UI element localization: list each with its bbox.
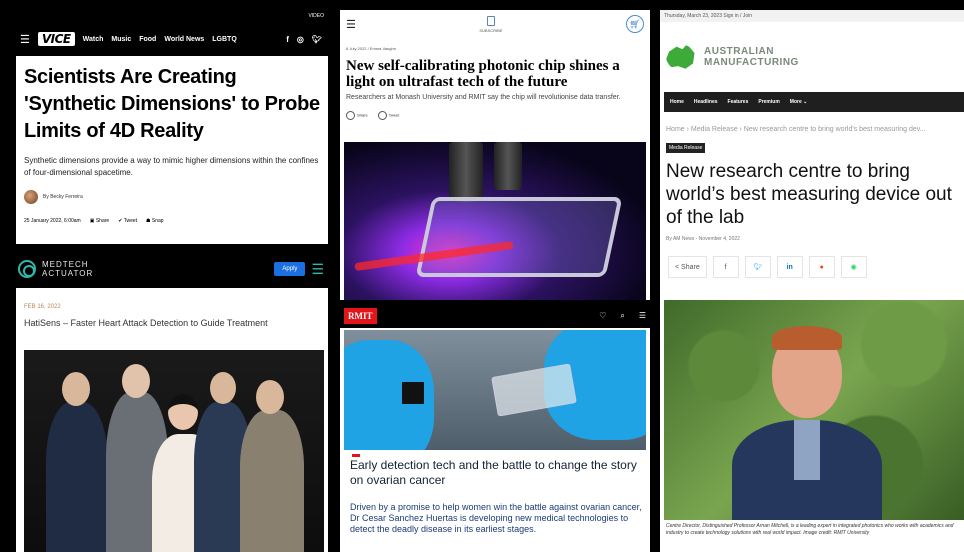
menu-icon[interactable]: ☰ — [639, 311, 646, 321]
tweet-button[interactable]: Tweet — [377, 111, 399, 120]
ausman-article-panel: Thursday, March 23, 2023 Sign in / Join … — [660, 10, 964, 552]
menu-item-premium[interactable]: Premium — [758, 99, 779, 105]
vice-article-panel: VIDEO ☰ VICE Watch Music Food World News… — [12, 10, 330, 246]
whatsapp-icon[interactable]: ◉ — [840, 256, 867, 278]
menu-item-features[interactable]: Features — [728, 99, 749, 105]
facebook-icon[interactable]: f — [712, 256, 739, 278]
heart-icon[interactable]: ♡ — [599, 311, 606, 321]
author-name[interactable]: By Becky Ferreira — [43, 194, 83, 200]
article-date-author: 6 July 2022 / Emma Vaughn — [346, 46, 396, 51]
twitter-icon[interactable]: 🐦︎ — [312, 35, 322, 44]
share-button[interactable]: Share — [346, 111, 368, 120]
article-headline[interactable]: New self-calibrating photonic chip shine… — [340, 51, 650, 90]
nav-item-music[interactable]: Music — [111, 36, 131, 43]
breadcrumb[interactable]: Home › Media Release › New research cent… — [666, 126, 926, 133]
publish-date: 25 January 2022, 6:00am — [24, 218, 81, 224]
title-accent — [352, 454, 360, 457]
category-tag[interactable]: Media Release — [666, 143, 706, 153]
australia-map-icon — [666, 44, 695, 69]
share-icon — [346, 111, 355, 120]
facebook-icon[interactable]: f — [286, 35, 289, 44]
photonic-header: ☰ SUBSCRIBE 🛒︎ — [340, 10, 650, 38]
share-button[interactable]: < Share — [668, 256, 707, 278]
twitter-icon[interactable]: 🐦︎ — [744, 256, 771, 278]
photo-caption: Centre Director, Distinguished Professor… — [666, 523, 954, 536]
share-twitter-button[interactable]: ✔ Tweet — [118, 218, 137, 224]
nav-item-lgbtq[interactable]: LGBTQ — [212, 36, 237, 43]
article-meta: 25 January 2022, 6:00am ▣ Share ✔ Tweet … — [24, 218, 320, 224]
medtech-article-card: FEB 16, 2022 HatiSens – Faster Heart Att… — [16, 288, 328, 552]
medtech-article-panel: MEDTECH ACTUATOR Apply ☰ FEB 16, 2022 Ha… — [12, 252, 330, 552]
share-row: Share Tweet — [340, 101, 650, 120]
author-avatar[interactable] — [24, 190, 38, 204]
lab-photo — [344, 330, 646, 450]
article-dek: Researchers at Monash University and RMI… — [346, 94, 621, 101]
subscribe-icon — [486, 15, 495, 26]
nav-item-watch[interactable]: Watch — [83, 36, 104, 43]
reddit-icon[interactable]: ● — [808, 256, 835, 278]
nav-item-food[interactable]: Food — [139, 36, 156, 43]
social-links: f ◎ 🐦︎ — [286, 35, 322, 44]
menu-icon[interactable]: ☰ — [20, 33, 30, 46]
vice-article: Scientists Are Creating 'Synthetic Dimen… — [16, 56, 328, 244]
menu-item-headlines[interactable]: Headlines — [694, 99, 718, 105]
ausman-logo[interactable]: AUSTRALIAN MANUFACTURING — [660, 22, 964, 70]
medtech-brand[interactable]: MEDTECH ACTUATOR — [42, 260, 93, 278]
team-photo — [24, 350, 324, 552]
header-icons: ♡ ⌕ ☰ — [599, 311, 646, 321]
article-headline[interactable]: Early detection tech and the battle to c… — [350, 458, 640, 488]
basket-icon[interactable]: 🛒︎ — [626, 15, 644, 33]
vice-top-strip: VIDEO — [308, 13, 324, 19]
rmit-header: RMIT ♡ ⌕ ☰ — [340, 304, 650, 328]
menu-icon[interactable]: ☰ — [346, 18, 356, 31]
instagram-icon[interactable]: ◎ — [297, 35, 304, 44]
main-menu: Home Headlines Features Premium More ⌄ — [664, 92, 964, 112]
search-icon[interactable]: ⌕ — [620, 311, 624, 321]
share-snap-button[interactable]: ☗ Snap — [146, 218, 164, 224]
article-headline[interactable]: New research centre to bring world’s bes… — [666, 160, 964, 229]
medtech-header: MEDTECH ACTUATOR Apply ☰ — [12, 252, 330, 286]
article-title[interactable]: HatiSens – Faster Heart Attack Detection… — [16, 310, 328, 328]
apply-button[interactable]: Apply — [274, 262, 306, 276]
linkedin-icon[interactable]: in — [776, 256, 803, 278]
article-dek: Synthetic dimensions provide a way to mi… — [24, 156, 319, 177]
rmit-logo[interactable]: RMIT — [344, 308, 377, 324]
nav-item-world-news[interactable]: World News — [164, 36, 204, 43]
byline: By Becky Ferreira — [24, 190, 320, 204]
menu-item-home[interactable]: Home — [670, 99, 684, 105]
byline: By AM News - November 4, 2022 — [666, 236, 740, 242]
share-row: < Share f 🐦︎ in ● ◉ — [668, 256, 867, 278]
date-signin-bar[interactable]: Thursday, March 23, 2023 Sign in / Join — [660, 10, 964, 22]
menu-item-more[interactable]: More ⌄ — [790, 99, 808, 105]
rmit-article-panel: RMIT ♡ ⌕ ☰ Early detection tech and the … — [340, 304, 650, 552]
vice-nav-bar: ☰ VICE Watch Music Food World News LGBTQ… — [12, 24, 330, 54]
twitter-icon — [377, 111, 387, 120]
article-date: FEB 16, 2022 — [24, 304, 61, 310]
medtech-logo-icon[interactable] — [18, 260, 36, 278]
article-body: Driven by a promise to help women win th… — [350, 502, 642, 534]
photonic-article-panel: ☰ SUBSCRIBE 🛒︎ 6 July 2022 / Emma Vaughn… — [340, 10, 650, 300]
share-facebook-button[interactable]: ▣ Share — [90, 218, 109, 224]
menu-icon[interactable]: ☰ — [311, 261, 324, 278]
vice-logo[interactable]: VICE — [37, 32, 75, 46]
article-headline[interactable]: Scientists Are Creating 'Synthetic Dimen… — [24, 64, 320, 145]
subscribe-button[interactable]: SUBSCRIBE — [479, 15, 503, 33]
professor-photo — [664, 300, 964, 520]
photonic-chip-photo — [344, 142, 646, 300]
